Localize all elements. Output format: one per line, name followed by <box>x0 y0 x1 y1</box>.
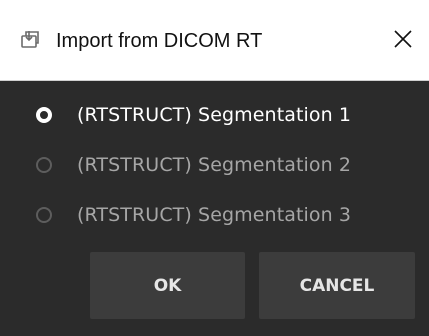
option-segmentation-1[interactable]: (RTSTRUCT) Segmentation 1 <box>0 91 429 141</box>
option-segmentation-3[interactable]: (RTSTRUCT) Segmentation 3 <box>0 191 429 241</box>
close-button[interactable] <box>384 22 422 60</box>
radio-unselected-icon[interactable] <box>36 157 52 173</box>
option-label: (RTSTRUCT) Segmentation 1 <box>77 104 352 126</box>
option-label: (RTSTRUCT) Segmentation 3 <box>77 204 352 226</box>
cancel-button[interactable]: CANCEL <box>259 252 415 319</box>
import-rt-icon <box>19 29 41 51</box>
radio-unselected-icon[interactable] <box>36 207 52 223</box>
close-icon <box>394 30 412 52</box>
option-segmentation-2[interactable]: (RTSTRUCT) Segmentation 2 <box>0 141 429 191</box>
import-dicom-rt-dialog: Import from DICOM RT (RTSTRUCT) Segmenta… <box>0 0 429 336</box>
radio-selected-icon[interactable] <box>36 107 52 123</box>
title-bar: Import from DICOM RT <box>0 0 429 81</box>
option-label: (RTSTRUCT) Segmentation 2 <box>77 154 352 176</box>
dialog-title: Import from DICOM RT <box>56 30 263 52</box>
ok-button[interactable]: OK <box>90 252 245 319</box>
